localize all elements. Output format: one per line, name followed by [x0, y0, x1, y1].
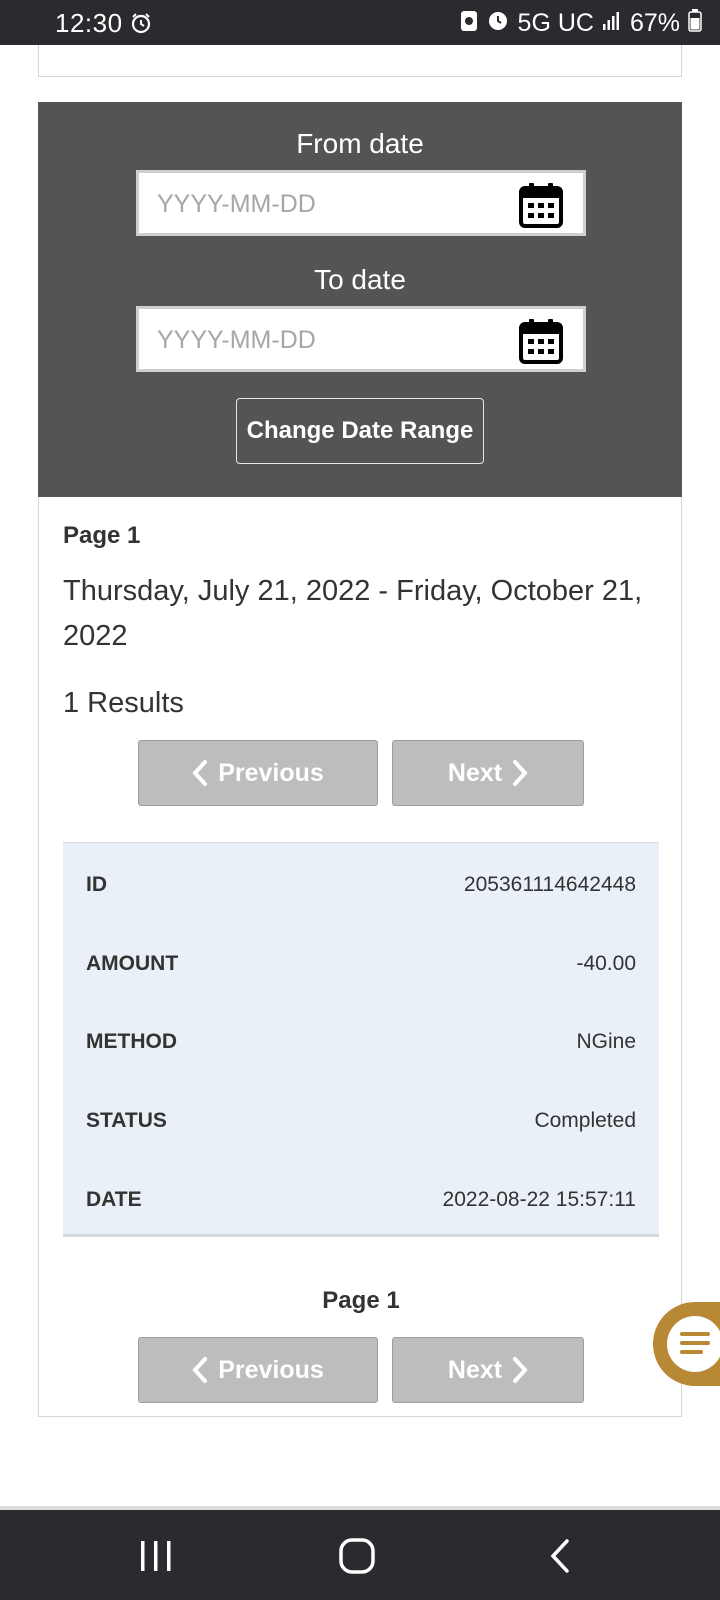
table-row: STATUS Completed [63, 1101, 659, 1141]
calendar-icon[interactable] [519, 318, 563, 364]
previous-label: Previous [218, 758, 324, 787]
row-value: Completed [534, 1109, 636, 1132]
date-range-text: Thursday, July 21, 2022 - Friday, Octobe… [63, 575, 643, 652]
table-row: DATE 2022-08-22 15:57:11 [63, 1180, 659, 1220]
signal-icon [602, 9, 622, 38]
alarm-icon [486, 8, 510, 39]
table-row: ID 205361114642448 [63, 865, 659, 905]
results-card: Page 1 Thursday, July 21, 2022 - Friday,… [38, 497, 682, 1417]
recents-icon[interactable] [138, 1538, 174, 1574]
to-date-input[interactable] [155, 321, 489, 359]
row-key: METHOD [86, 1030, 177, 1053]
previous-button[interactable]: Previous [138, 740, 378, 806]
battery-label: 67% [629, 9, 680, 37]
from-date-label: From date [296, 128, 424, 159]
back-icon[interactable] [543, 1538, 579, 1574]
chevron-right-icon [513, 1357, 528, 1383]
date-filter-panel: From date To date Change Date Range [38, 102, 682, 497]
from-date-input[interactable] [155, 185, 489, 223]
page-label: Page 1 [63, 522, 141, 549]
row-key: STATUS [86, 1109, 167, 1132]
to-date-field[interactable] [136, 306, 586, 372]
bottom-page-label: Page 1 [322, 1287, 400, 1314]
chat-icon[interactable] [667, 1316, 720, 1372]
next-button-bottom[interactable]: Next [392, 1337, 584, 1403]
status-bar: 12:30 5G UC 67% [0, 0, 720, 45]
home-icon[interactable] [337, 1536, 377, 1576]
calendar-icon[interactable] [519, 182, 563, 228]
battery-icon [688, 8, 702, 39]
chevron-left-icon [192, 1357, 208, 1383]
transaction-table: ID 205361114642448 AMOUNT -40.00 METHOD … [63, 842, 659, 1237]
row-key: DATE [86, 1188, 142, 1211]
chevron-left-icon [192, 760, 208, 786]
from-date-field[interactable] [136, 170, 586, 236]
next-button[interactable]: Next [392, 740, 584, 806]
row-value: 205361114642448 [463, 873, 636, 896]
system-nav-bar [0, 1510, 720, 1600]
status-right: 5G UC 67% [460, 8, 702, 39]
row-value: -40.00 [576, 952, 636, 975]
change-date-range-button[interactable]: Change Date Range [236, 398, 484, 464]
table-row: AMOUNT -40.00 [63, 944, 659, 984]
chevron-right-icon [513, 760, 528, 786]
alarm-icon [130, 12, 152, 39]
vpn-icon [460, 8, 478, 39]
previous-label: Previous [218, 1355, 324, 1384]
row-key: AMOUNT [86, 952, 179, 975]
network-label: 5G UC [517, 9, 594, 37]
status-time: 12:30 [55, 8, 123, 38]
row-key: ID [86, 873, 107, 896]
table-row: METHOD NGine [63, 1022, 659, 1062]
next-label: Next [447, 758, 503, 787]
row-value: 2022-08-22 15:57:11 [442, 1188, 636, 1211]
previous-button-bottom[interactable]: Previous [138, 1337, 378, 1403]
to-date-label: To date [314, 264, 406, 295]
results-count: 1 Results [63, 687, 184, 719]
previous-card [38, 45, 682, 77]
next-label: Next [447, 1355, 503, 1384]
row-value: NGine [576, 1030, 636, 1053]
